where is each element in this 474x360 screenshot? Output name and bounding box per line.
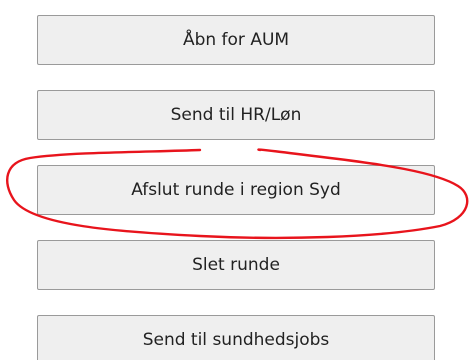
button-panel: Åbn for AUM Send til HR/Løn Afslut runde… (0, 0, 474, 360)
close-round-region-south-button[interactable]: Afslut runde i region Syd (37, 165, 435, 215)
open-for-aum-button[interactable]: Åbn for AUM (37, 15, 435, 65)
send-to-sundhedsjobs-button[interactable]: Send til sundhedsjobs (37, 315, 435, 360)
delete-round-button[interactable]: Slet runde (37, 240, 435, 290)
send-to-hr-payroll-button[interactable]: Send til HR/Løn (37, 90, 435, 140)
